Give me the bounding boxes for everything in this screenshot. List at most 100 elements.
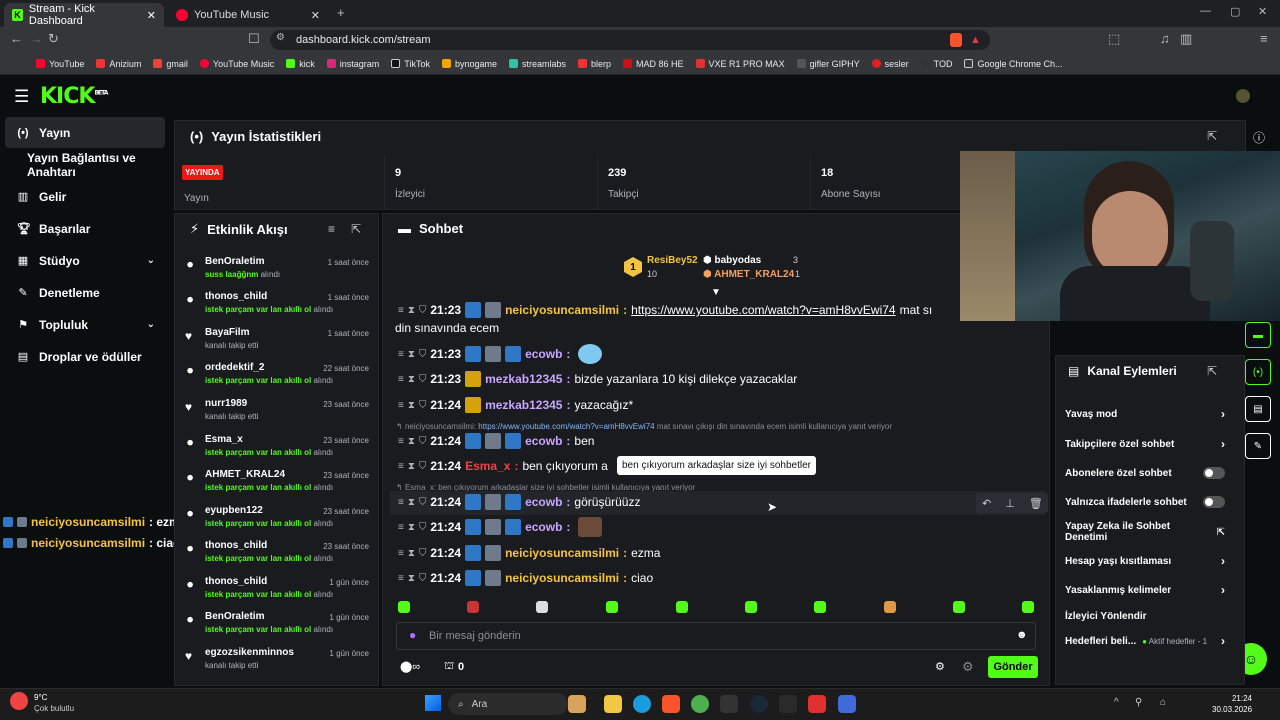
points-icon[interactable]: ⬤∞ bbox=[400, 660, 420, 673]
app-icon[interactable] bbox=[838, 695, 856, 713]
media-icon[interactable]: ♫ bbox=[1160, 31, 1170, 46]
ban-icon[interactable]: ⛉ bbox=[419, 374, 427, 385]
epic-games-icon[interactable] bbox=[779, 695, 797, 713]
popout-icon[interactable]: ⇱ bbox=[351, 222, 361, 236]
action-1[interactable]: Takipçilere özel sohbet › bbox=[1065, 434, 1225, 454]
tools-icon[interactable]: ✎ bbox=[1245, 433, 1271, 459]
chat-message[interactable]: ≡ ⧗ ⛉ 21:24 neiciyosuncamsilmi: ciao bbox=[398, 568, 653, 588]
brave-rewards-icon[interactable]: ▲ bbox=[970, 34, 981, 46]
brave-shield-icon[interactable] bbox=[950, 33, 962, 47]
chat-username[interactable]: ecowb bbox=[525, 495, 562, 509]
chat-message[interactable]: ≡ ⧗ ⛉ 21:24 neiciyosuncamsilmi: ezma bbox=[398, 543, 660, 563]
tab-kick-dashboard[interactable]: K Stream - Kick Dashboard ✕ bbox=[4, 3, 164, 27]
bookmark-item[interactable]: YouTube bbox=[36, 59, 84, 69]
bookmark-item[interactable]: instagram bbox=[326, 59, 379, 69]
menu-icon[interactable]: ≡ bbox=[398, 548, 404, 559]
bookmark-item[interactable]: TOD bbox=[920, 59, 952, 69]
event-user[interactable]: thonos_child bbox=[205, 576, 267, 587]
action-6[interactable]: Yasaklanmış kelimeler › bbox=[1065, 580, 1225, 600]
network-icon[interactable]: ⌂ bbox=[1160, 697, 1166, 708]
nav-studyo[interactable]: ▦ Stüdyo ⌄ bbox=[5, 245, 165, 276]
timeout-icon[interactable]: ⧗ bbox=[408, 305, 415, 316]
emote-icon[interactable] bbox=[467, 601, 479, 613]
toggle-switch[interactable] bbox=[1203, 496, 1225, 508]
menu-icon[interactable]: ≡ bbox=[398, 573, 404, 584]
send-button[interactable]: Gönder bbox=[988, 656, 1038, 678]
mic-icon[interactable]: ● bbox=[409, 628, 416, 642]
emote-icon[interactable] bbox=[884, 601, 896, 613]
store-icon[interactable] bbox=[720, 695, 738, 713]
leaderboard-user[interactable]: ResiBey52 bbox=[647, 255, 698, 266]
chat-message[interactable]: ≡ ⧗ ⛉ 21:24 Esma_x: ben çıkıyorum a bbox=[398, 456, 608, 476]
chevron-right-icon[interactable]: › bbox=[1221, 583, 1225, 597]
expand-leaderboard-icon[interactable]: ▼ bbox=[711, 287, 721, 298]
timeout-icon[interactable]: ⧗ bbox=[408, 436, 415, 447]
timeout-icon[interactable]: ⧗ bbox=[408, 461, 415, 472]
emote-icon[interactable] bbox=[1022, 601, 1034, 613]
ban-icon[interactable]: ⛉ bbox=[419, 497, 427, 508]
event-user[interactable]: thonos_child bbox=[205, 291, 267, 302]
chat-message[interactable]: ≡ ⧗ ⛉ 21:23 ecowb: bbox=[398, 344, 603, 364]
toggle-switch[interactable] bbox=[1203, 467, 1225, 479]
ban-icon[interactable]: ⛉ bbox=[419, 436, 427, 447]
event-user[interactable]: thonos_child bbox=[205, 540, 267, 551]
event-user[interactable]: BenOraletim bbox=[205, 611, 264, 622]
address-bar[interactable]: dashboard.kick.com/stream bbox=[270, 30, 990, 50]
ban-icon[interactable]: ⛉ bbox=[419, 305, 427, 316]
delete-icon[interactable]: 🗑︎ bbox=[1029, 497, 1043, 510]
bookmark-item[interactable]: streamlabs bbox=[509, 59, 566, 69]
window-close-icon[interactable]: ✕ bbox=[1258, 5, 1267, 18]
emote-icon[interactable] bbox=[745, 601, 757, 613]
action-7[interactable]: İzleyici Yönlendir bbox=[1065, 606, 1225, 626]
event-user[interactable]: nurr1989 bbox=[205, 398, 247, 409]
chat-username[interactable]: mezkab12345 bbox=[485, 398, 562, 412]
minimize-icon[interactable]: — bbox=[1200, 5, 1211, 17]
steam-icon[interactable] bbox=[750, 695, 768, 713]
emote-icon[interactable] bbox=[676, 601, 688, 613]
emote-icon[interactable] bbox=[398, 601, 410, 613]
external-link-icon[interactable]: ⇱ bbox=[1217, 527, 1225, 538]
action-8[interactable]: Hedefleri beli... ● Aktif hedefler - 1 › bbox=[1065, 631, 1225, 651]
nav-stream-key[interactable]: Yayın Bağlantısı ve Anahtarı bbox=[5, 149, 175, 180]
settings-icon[interactable]: ⚙ bbox=[935, 660, 945, 673]
nav-basarilar[interactable]: 🏆︎ Başarılar bbox=[5, 213, 165, 244]
chat-username[interactable]: ecowb bbox=[525, 434, 562, 448]
extensions-icon[interactable]: ⬚ bbox=[1108, 31, 1120, 47]
forward-icon[interactable]: → bbox=[30, 31, 43, 46]
chat-username[interactable]: neiciyosuncamsilmi bbox=[505, 303, 619, 317]
timeout-icon[interactable]: ⧗ bbox=[408, 522, 415, 533]
event-user[interactable]: egzozsikenminnos bbox=[205, 647, 294, 658]
bookmark-icon[interactable]: ☐ bbox=[248, 31, 260, 47]
reload-icon[interactable]: ↻ bbox=[48, 31, 59, 47]
tab-youtube-music[interactable]: YouTube Music ✕ bbox=[168, 3, 328, 27]
bookmark-item[interactable]: bynogame bbox=[441, 59, 497, 69]
action-3[interactable]: Yalnızca ifadelerle sohbet bbox=[1065, 492, 1225, 512]
menu-icon[interactable]: ≡ bbox=[398, 497, 404, 508]
menu-icon[interactable]: ≡ bbox=[398, 349, 404, 360]
chat-username[interactable]: mezkab12345 bbox=[485, 372, 562, 386]
reply-icon[interactable]: ↶ bbox=[982, 497, 991, 510]
action-2[interactable]: Abonelere özel sohbet bbox=[1065, 463, 1225, 483]
chat-message[interactable]: ≡ ⧗ ⛉ 21:24 ecowb: görüşürüüzz bbox=[398, 492, 640, 512]
chat-input[interactable]: Bir mesaj gönderin bbox=[396, 622, 1036, 650]
popout-icon[interactable]: ⇱ bbox=[1207, 364, 1217, 378]
kick-logo[interactable]: KICKBETA bbox=[40, 84, 108, 109]
chat-message[interactable]: ≡ ⧗ ⛉ 21:23 neiciyosuncamsilmi: https://www.y… bbox=[398, 300, 932, 320]
bot-icon[interactable]: ⚙ bbox=[962, 659, 974, 675]
event-user[interactable]: Esma_x bbox=[205, 434, 243, 445]
info-icon[interactable]: ⓘ bbox=[1253, 129, 1265, 146]
clock-date[interactable]: 30.03.2026 bbox=[1212, 705, 1252, 714]
chat-message[interactable]: ≡ ⧗ ⛉ 21:23 mezkab12345: bizde yazanlara 10 … bbox=[398, 369, 797, 389]
filter-icon[interactable]: ≡ bbox=[328, 222, 335, 236]
menu-icon[interactable]: ≡ bbox=[398, 461, 404, 472]
menu-icon[interactable]: ≡ bbox=[398, 522, 404, 533]
action-4[interactable]: Yapay Zeka ile Sohbet Denetimi ⇱ bbox=[1065, 521, 1225, 543]
nav-gelir[interactable]: ▥ Gelir bbox=[5, 181, 165, 212]
nav-yayin[interactable]: (•) Yayın bbox=[5, 117, 165, 148]
close-icon[interactable]: ✕ bbox=[147, 9, 156, 22]
actions-toggle-icon[interactable]: ▤ bbox=[1245, 396, 1271, 422]
leaderboard-user[interactable]: ⬢ babyodas bbox=[703, 255, 761, 266]
edge-icon[interactable] bbox=[633, 695, 651, 713]
timeout-icon[interactable]: ⧗ bbox=[408, 374, 415, 385]
clock-time[interactable]: 21:24 bbox=[1230, 694, 1252, 703]
